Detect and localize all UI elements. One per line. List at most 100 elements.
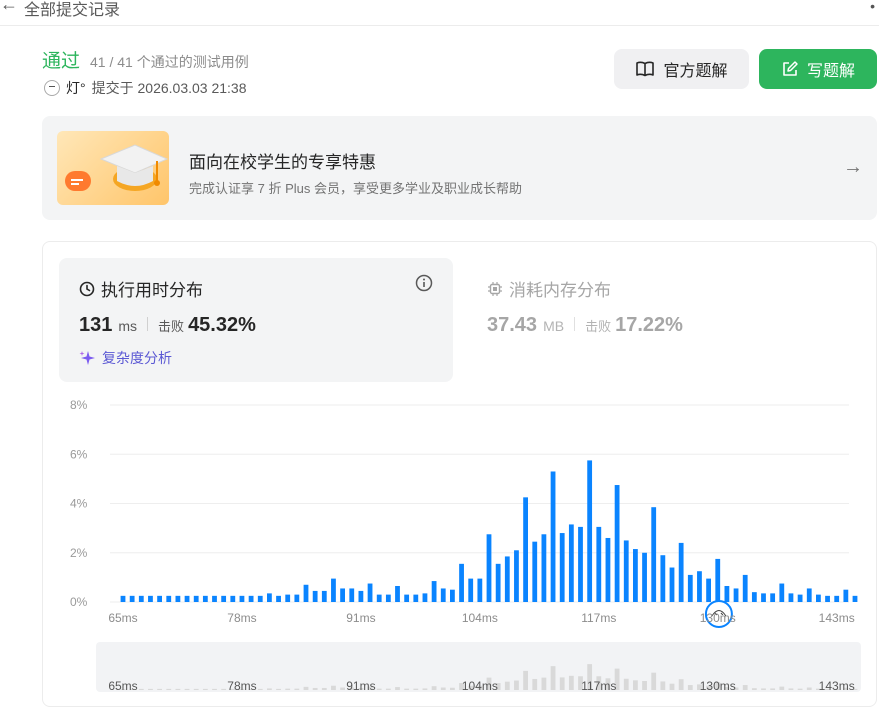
- bar: [138, 595, 144, 602]
- mini-bar: [523, 670, 528, 690]
- bar: [184, 595, 190, 602]
- bar: [413, 594, 419, 602]
- bar: [706, 578, 711, 602]
- mini-bar: [568, 675, 574, 690]
- mini-bar: [267, 688, 272, 690]
- mini-bar: [751, 688, 757, 690]
- mini-bar: [770, 688, 776, 690]
- bar: [193, 595, 199, 602]
- bar: [806, 588, 812, 602]
- bar: [267, 593, 272, 602]
- bar: [669, 567, 675, 602]
- bar: [687, 574, 693, 602]
- mini-bar: [202, 688, 208, 690]
- mini-bar: [395, 687, 400, 690]
- mini-bar: [541, 677, 547, 690]
- bar: [422, 593, 428, 602]
- bar: [834, 595, 840, 602]
- mini-bar: [806, 687, 812, 690]
- mini-x-tick-label: 78ms: [227, 679, 256, 693]
- mini-bar: [422, 688, 428, 690]
- bar: [404, 594, 410, 602]
- mini-bar: [385, 688, 391, 690]
- bar: [331, 578, 336, 602]
- bar: [340, 588, 345, 602]
- mini-bar: [404, 688, 410, 690]
- bar: [816, 594, 821, 602]
- highlight-bar[interactable]: [724, 585, 730, 602]
- x-tick-label: 78ms: [227, 611, 256, 625]
- y-tick-label: 8%: [70, 398, 88, 412]
- bar: [715, 558, 721, 602]
- bar: [733, 588, 739, 602]
- mini-bar: [742, 685, 748, 690]
- mini-bar: [642, 681, 647, 690]
- bar: [504, 556, 510, 602]
- mini-bar: [413, 688, 419, 690]
- mini-x-tick-label: 104ms: [462, 679, 498, 693]
- bar: [623, 540, 629, 602]
- bar: [367, 583, 373, 602]
- mini-bar: [331, 685, 336, 690]
- bar: [285, 594, 291, 602]
- bar: [120, 595, 126, 602]
- y-tick-label: 2%: [70, 546, 88, 560]
- bar: [486, 534, 492, 602]
- bar: [450, 589, 455, 602]
- bar: [697, 571, 702, 602]
- mini-bar: [559, 677, 565, 690]
- mini-bar: [431, 686, 437, 690]
- bar: [385, 594, 391, 602]
- mini-bar: [651, 672, 657, 690]
- mini-bar: [221, 688, 227, 690]
- bar: [541, 534, 547, 602]
- bar: [751, 592, 757, 602]
- bar: [257, 595, 263, 602]
- bar: [376, 594, 382, 602]
- bar: [532, 541, 538, 602]
- bar: [349, 588, 355, 602]
- mini-x-tick-label: 130ms: [700, 679, 736, 693]
- bar: [294, 594, 300, 602]
- mini-bar: [276, 688, 281, 690]
- bar: [157, 595, 162, 602]
- x-tick-label: 104ms: [462, 611, 498, 625]
- x-tick-label: 143ms: [819, 611, 855, 625]
- mini-bar: [294, 688, 300, 690]
- bar: [559, 533, 565, 602]
- bar: [248, 595, 254, 602]
- mini-bar: [148, 688, 153, 690]
- mini-bar: [450, 687, 455, 690]
- x-tick-label: 117ms: [581, 611, 616, 625]
- mini-bar: [687, 685, 693, 690]
- x-tick-label: 65ms: [108, 611, 137, 625]
- runtime-distribution-chart[interactable]: 8% 6% 4% 2% 0% 65ms 78ms 91ms 104ms 117ms 130ms 143…: [0, 0, 879, 708]
- bar: [596, 526, 602, 602]
- bar: [202, 595, 208, 602]
- mini-bar: [312, 687, 318, 690]
- mini-bar: [440, 687, 446, 690]
- mini-bar: [514, 680, 519, 690]
- bar: [239, 595, 245, 602]
- mini-bar: [623, 678, 629, 690]
- mini-bar: [669, 683, 675, 690]
- bar: [358, 590, 364, 602]
- bar: [312, 590, 318, 602]
- y-tick-label: 0%: [70, 595, 88, 609]
- bar: [175, 595, 181, 602]
- bar: [633, 549, 638, 602]
- mini-bar: [633, 680, 638, 690]
- bar: [166, 595, 172, 602]
- mini-x-tick-label: 65ms: [108, 679, 137, 693]
- bar: [797, 594, 803, 602]
- mini-bar: [340, 687, 345, 690]
- mini-bar: [532, 678, 538, 690]
- bar: [550, 471, 556, 602]
- bar: [395, 585, 400, 602]
- mini-bar: [212, 688, 217, 690]
- mini-bar: [504, 681, 510, 690]
- mini-x-tick-label: 143ms: [819, 679, 855, 693]
- x-tick-label: 91ms: [346, 611, 375, 625]
- bar: [852, 595, 858, 602]
- bar: [568, 524, 574, 602]
